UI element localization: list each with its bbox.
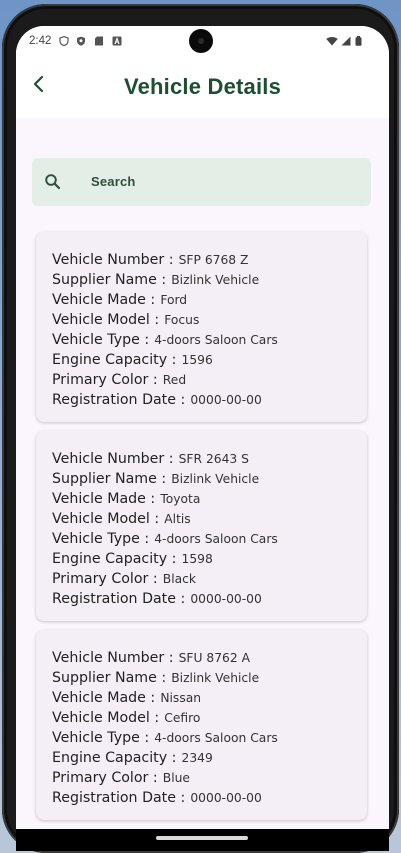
vehicle-model-label: Vehicle Model :	[52, 511, 160, 527]
registration-date-row: Registration Date : 0000-00-00	[52, 787, 262, 806]
engine-capacity-label: Engine Capacity :	[52, 352, 177, 368]
vehicle-made-value: Ford	[160, 293, 188, 307]
vehicle-type-value: 4-doors Saloon Cars	[154, 731, 278, 745]
vehicle-type-label: Vehicle Type :	[52, 332, 150, 348]
primary-color-value: Blue	[162, 771, 190, 785]
search-placeholder: Search	[91, 174, 136, 189]
vehicle-card[interactable]: Vehicle Number : SFU 8762 A Supplier Nam…	[36, 630, 367, 820]
registration-date-row: Registration Date : 0000-00-00	[52, 588, 262, 607]
vehicle-model-row: Vehicle Model : Altis	[52, 508, 191, 527]
phone-frame: 2:42 Vehicle Details Search Vehicle Numb…	[2, 4, 399, 853]
vehicle-made-value: Toyota	[160, 492, 201, 506]
primary-color-row: Primary Color : Red	[52, 369, 186, 388]
engine-capacity-value: 1598	[181, 552, 213, 566]
vehicle-made-row: Vehicle Made : Toyota	[52, 488, 200, 507]
vehicle-type-value: 4-doors Saloon Cars	[154, 333, 278, 347]
supplier-name-label: Supplier Name :	[52, 272, 167, 288]
vehicle-model-label: Vehicle Model :	[52, 710, 160, 726]
search-icon	[45, 174, 61, 190]
sd-card-icon	[95, 36, 103, 46]
vehicle-number-value: SFU 8762 A	[178, 651, 251, 665]
vehicle-type-label: Vehicle Type :	[52, 730, 150, 746]
supplier-name-label: Supplier Name :	[52, 670, 167, 686]
primary-color-label: Primary Color :	[52, 571, 158, 587]
vehicle-list-area[interactable]: Search Vehicle Number : SFP 6768 Z Suppl…	[16, 118, 389, 829]
vehicle-model-value: Focus	[164, 313, 200, 327]
a-badge-icon	[112, 36, 122, 46]
app-screen: 2:42 Vehicle Details Search Vehicle Numb…	[16, 26, 389, 829]
vehicle-model-value: Altis	[164, 512, 191, 526]
wifi-icon	[326, 36, 338, 46]
engine-capacity-row: Engine Capacity : 1596	[52, 349, 213, 368]
engine-capacity-label: Engine Capacity :	[52, 750, 177, 766]
engine-capacity-row: Engine Capacity : 1598	[52, 548, 213, 567]
vehicle-model-label: Vehicle Model :	[52, 312, 160, 328]
vehicle-number-label: Vehicle Number :	[52, 451, 174, 467]
vehicle-type-row: Vehicle Type : 4-doors Saloon Cars	[52, 528, 278, 547]
engine-capacity-label: Engine Capacity :	[52, 551, 177, 567]
primary-color-row: Primary Color : Blue	[52, 767, 190, 786]
supplier-name-value: Bizlink Vehicle	[171, 671, 260, 685]
status-time: 2:42	[29, 35, 52, 47]
vehicle-card[interactable]: Vehicle Number : SFR 2643 S Supplier Nam…	[36, 431, 367, 621]
primary-color-value: Black	[162, 572, 197, 586]
home-gesture-handle[interactable]	[156, 836, 248, 840]
vehicle-model-row: Vehicle Model : Cefiro	[52, 707, 200, 726]
vehicle-made-value: Nissan	[160, 691, 202, 705]
vehicle-number-value: SFP 6768 Z	[178, 253, 249, 267]
primary-color-label: Primary Color :	[52, 770, 158, 786]
vehicle-number-row: Vehicle Number : SFU 8762 A	[52, 647, 250, 666]
front-camera	[189, 29, 213, 53]
primary-color-value: Red	[162, 373, 187, 387]
search-input[interactable]: Search	[32, 158, 371, 206]
app-bar: Vehicle Details	[16, 60, 389, 118]
supplier-name-row: Supplier Name : Bizlink Vehicle	[52, 468, 259, 487]
gesture-nav-bar	[16, 829, 389, 851]
registration-date-value: 0000-00-00	[190, 393, 262, 407]
shield-icon	[59, 36, 69, 46]
supplier-name-value: Bizlink Vehicle	[171, 273, 260, 287]
registration-date-label: Registration Date :	[52, 591, 186, 607]
registration-date-value: 0000-00-00	[190, 791, 262, 805]
vehicle-number-value: SFR 2643 S	[178, 452, 249, 466]
engine-capacity-row: Engine Capacity : 2349	[52, 747, 213, 766]
registration-date-row: Registration Date : 0000-00-00	[52, 389, 262, 408]
engine-capacity-value: 2349	[181, 751, 213, 765]
vehicle-type-value: 4-doors Saloon Cars	[154, 532, 278, 546]
status-bar: 2:42	[16, 26, 389, 60]
vehicle-card[interactable]: Vehicle Number : SFP 6768 Z Supplier Nam…	[36, 232, 367, 422]
supplier-name-row: Supplier Name : Bizlink Vehicle	[52, 269, 259, 288]
vehicle-made-row: Vehicle Made : Nissan	[52, 687, 201, 706]
vehicle-number-row: Vehicle Number : SFP 6768 Z	[52, 249, 248, 268]
vehicle-model-row: Vehicle Model : Focus	[52, 309, 199, 328]
vehicle-type-label: Vehicle Type :	[52, 531, 150, 547]
vehicle-made-row: Vehicle Made : Ford	[52, 289, 187, 308]
vehicle-made-label: Vehicle Made :	[52, 292, 156, 308]
vehicle-number-label: Vehicle Number :	[52, 252, 174, 268]
supplier-name-value: Bizlink Vehicle	[171, 472, 260, 486]
supplier-name-row: Supplier Name : Bizlink Vehicle	[52, 667, 259, 686]
vehicle-made-label: Vehicle Made :	[52, 491, 156, 507]
shield-filled-icon	[77, 36, 85, 46]
vehicle-number-row: Vehicle Number : SFR 2643 S	[52, 448, 249, 467]
vehicle-number-label: Vehicle Number :	[52, 650, 174, 666]
registration-date-value: 0000-00-00	[190, 592, 262, 606]
engine-capacity-value: 1596	[181, 353, 213, 367]
vehicle-type-row: Vehicle Type : 4-doors Saloon Cars	[52, 727, 278, 746]
vehicle-made-label: Vehicle Made :	[52, 690, 156, 706]
registration-date-label: Registration Date :	[52, 790, 186, 806]
primary-color-label: Primary Color :	[52, 372, 158, 388]
vehicle-type-row: Vehicle Type : 4-doors Saloon Cars	[52, 329, 278, 348]
page-title: Vehicle Details	[123, 74, 282, 99]
primary-color-row: Primary Color : Black	[52, 568, 196, 587]
battery-icon	[355, 36, 362, 46]
vehicle-model-value: Cefiro	[164, 711, 201, 725]
signal-icon	[341, 36, 351, 46]
registration-date-label: Registration Date :	[52, 392, 186, 408]
supplier-name-label: Supplier Name :	[52, 471, 167, 487]
